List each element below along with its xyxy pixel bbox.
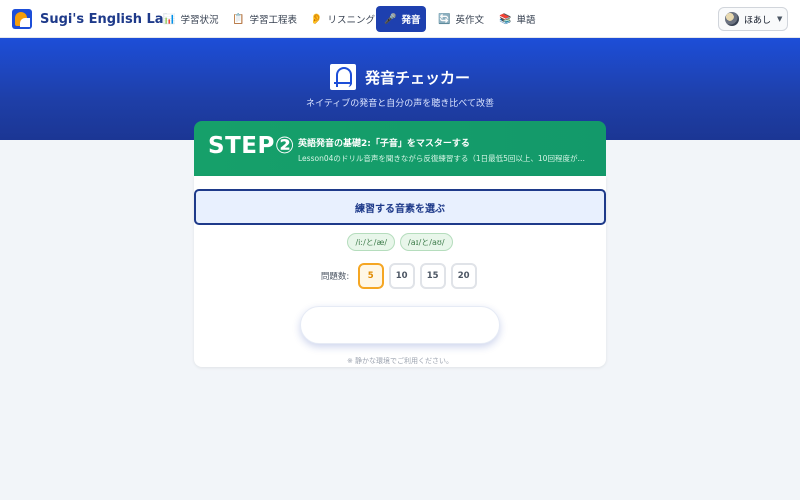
nav-item-study-schedule[interactable]: 📋 学習工程表 (224, 6, 305, 32)
clipboard-icon: 📋 (232, 13, 245, 25)
avatar (725, 12, 739, 26)
count-option-button[interactable]: 15 (419, 263, 446, 289)
page-subtitle: ネイティブの発音と自分の声を聴き比べて改善 (306, 99, 494, 109)
phoneme-chip[interactable]: /aɪ/と/aʊ/ (400, 233, 453, 251)
top-navigation-bar: Sugi's English Lab 📊 学習状況 📋 学習工程表 👂 リスニン… (0, 0, 800, 38)
nav-item-vocabulary[interactable]: 📚 単語 (491, 6, 543, 32)
step-description: Lesson04のドリル音声を聞きながら反復練習する（1日最低5回以上、10回程… (298, 154, 590, 163)
microphone-icon: 🎤 (384, 13, 397, 25)
count-option-button[interactable]: 5 (357, 263, 384, 289)
practice-card: 練習する音素を選ぶ /iː/と/æ/ /aɪ/と/aʊ/ 問題数: 5 10 1… (194, 176, 606, 367)
nav-item-study-status[interactable]: 📊 学習状況 (155, 6, 226, 32)
user-name: ほあし (744, 15, 772, 26)
page-title: 発音チェッカー (364, 68, 470, 87)
speaking-head-icon (329, 64, 356, 90)
start-button[interactable] (300, 306, 500, 344)
nav-item-composition[interactable]: 🔄 英作文 (430, 6, 492, 32)
nav-item-label: 発音 (401, 15, 421, 26)
refresh-icon: 🔄 (438, 13, 451, 25)
count-option-button[interactable]: 20 (450, 263, 477, 289)
ear-icon: 👂 (310, 13, 323, 25)
nav-item-label: 学習工程表 (249, 15, 297, 26)
step-label: STEP② (208, 133, 295, 159)
question-count-label: 問題数: (320, 272, 350, 282)
nav-item-pronunciation[interactable]: 🎤 発音 (376, 6, 426, 32)
step-title: 英語発音の基礎2:「子音」をマスターする (298, 139, 470, 149)
nav-item-listening[interactable]: 👂 リスニング (302, 6, 383, 32)
nav-item-label: 英作文 (455, 15, 484, 26)
environment-note: ※ 静かな環境でご利用ください。 (346, 357, 454, 365)
brand-link[interactable]: Sugi's English Lab (12, 8, 173, 30)
nav-item-label: リスニング (327, 15, 375, 26)
bar-chart-icon: 📊 (163, 13, 176, 25)
brand-name: Sugi's English Lab (40, 11, 173, 27)
nav-item-label: 学習状況 (180, 15, 219, 26)
books-icon: 📚 (499, 13, 512, 25)
question-count-selector: 問題数: 5 10 15 20 (194, 263, 606, 289)
nav-item-label: 単語 (516, 15, 536, 26)
step-banner: STEP② 英語発音の基礎2:「子音」をマスターする Lesson04のドリル音… (194, 121, 606, 176)
hero-title-row: 発音チェッカー (0, 62, 800, 92)
phoneme-chip[interactable]: /iː/と/æ/ (347, 233, 396, 251)
sugi-logo-icon (12, 9, 32, 29)
chevron-down-icon: ▼ (777, 15, 783, 23)
count-option-button[interactable]: 10 (388, 263, 415, 289)
phoneme-chip-list: /iː/と/æ/ /aɪ/と/aʊ/ (194, 233, 606, 251)
phoneme-select-header: 練習する音素を選ぶ (194, 189, 606, 225)
user-menu-button[interactable]: ほあし ▼ (718, 7, 788, 31)
